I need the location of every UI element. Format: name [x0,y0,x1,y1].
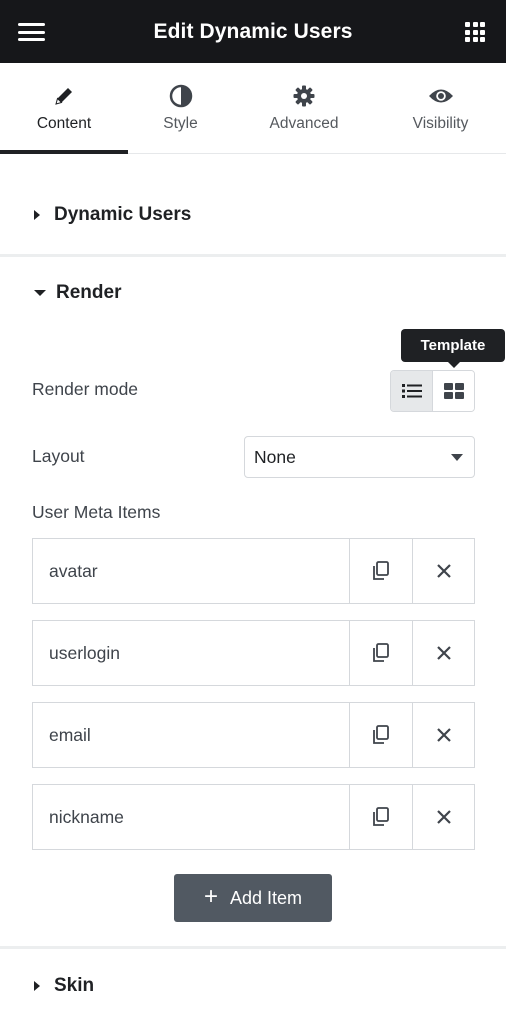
top-bar: Edit Dynamic Users [0,0,506,63]
remove-icon[interactable] [412,539,474,603]
gear-icon [292,82,316,110]
remove-icon[interactable] [412,785,474,849]
layout-select[interactable]: None [244,436,475,478]
caret-right-icon [34,981,40,991]
section-dynamic-users: Dynamic Users [0,154,506,257]
chevron-down-icon [451,454,463,461]
widgets-grid-icon[interactable] [465,22,485,42]
section-title: Render [56,282,122,303]
section-toggle-render[interactable]: Render [34,282,121,304]
layout-select-value: None [254,446,296,467]
template-tooltip: Template [401,329,505,368]
tab-label: Visibility [412,115,469,132]
add-item-label: Add Item [229,887,303,908]
tab-content[interactable]: Content [0,63,128,154]
section-title: Dynamic Users [54,204,192,225]
pencil-icon [53,82,75,110]
render-mode-label: Render mode [32,379,139,399]
tab-label: Style [163,115,198,132]
repeater-item: nickname [32,784,475,850]
caret-down-icon [34,290,46,296]
section-toggle-dynamic-users[interactable]: Dynamic Users [34,204,191,226]
remove-icon[interactable] [412,703,474,767]
section-toggle-skin[interactable]: Skin [34,975,94,997]
repeater-item-title[interactable]: nickname [33,785,349,849]
caret-right-icon [34,210,40,220]
template-grid-icon [443,383,464,399]
panel-title: Edit Dynamic Users [153,19,353,43]
list-icon [401,384,422,398]
repeater-item-title[interactable]: email [33,703,349,767]
layout-label: Layout [32,446,85,466]
section-title: Skin [54,975,95,996]
render-mode-template-option[interactable] [432,371,474,411]
hamburger-menu-icon[interactable] [18,23,45,41]
tab-advanced[interactable]: Advanced [233,63,375,153]
render-mode-choice [390,370,475,412]
repeater-item: userlogin [32,620,475,686]
repeater-item: email [32,702,475,768]
duplicate-icon[interactable] [349,539,412,603]
duplicate-icon[interactable] [349,621,412,685]
remove-icon[interactable] [412,621,474,685]
tab-label: Advanced [269,115,339,132]
repeater-item: avatar [32,538,475,604]
tab-label: Content [36,115,92,132]
tab-style[interactable]: Style [128,63,233,153]
repeater-item-title[interactable]: userlogin [33,621,349,685]
duplicate-icon[interactable] [349,703,412,767]
half-circle-icon [169,82,193,110]
repeater-item-title[interactable]: avatar [33,539,349,603]
tab-visibility[interactable]: Visibility [375,63,506,153]
add-item-button[interactable]: + Add Item [174,874,332,922]
panel-tabs: Content Style Advanced Visibility [0,63,506,154]
eye-icon [428,82,454,110]
plus-icon: + [203,882,218,910]
duplicate-icon[interactable] [349,785,412,849]
user-meta-items-label: User Meta Items [32,502,161,522]
render-mode-list-option[interactable] [391,371,432,411]
section-skin: Skin [0,949,506,1024]
